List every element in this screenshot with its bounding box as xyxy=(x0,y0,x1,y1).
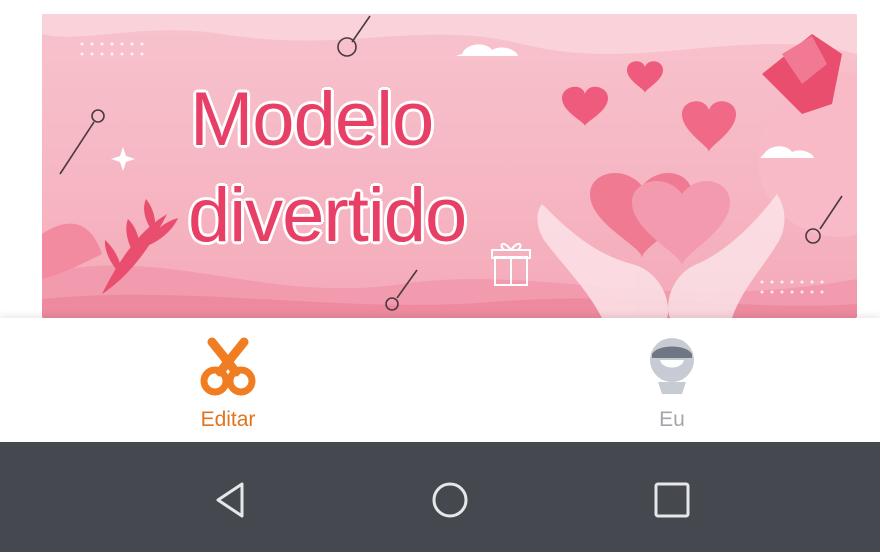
tab-edit[interactable]: Editar xyxy=(158,328,298,438)
profile-avatar-icon xyxy=(650,338,694,394)
recent-apps-icon[interactable] xyxy=(652,480,692,520)
home-icon[interactable] xyxy=(430,480,470,520)
system-navigation-bar xyxy=(0,442,880,552)
tab-me[interactable]: Eu xyxy=(602,328,742,438)
banner-title-line2: divertido xyxy=(188,173,467,258)
tab-me-label: Eu xyxy=(659,408,685,431)
tab-edit-label: Editar xyxy=(200,408,256,431)
bottom-tab-bar: Editar Eu xyxy=(0,318,880,442)
banner-title-line1: Modelo xyxy=(190,77,434,162)
banner-title: Modelo divertido xyxy=(188,72,467,264)
promo-banner[interactable]: Modelo divertido xyxy=(42,14,857,318)
back-icon[interactable] xyxy=(210,480,250,520)
scissors-icon xyxy=(200,337,256,396)
